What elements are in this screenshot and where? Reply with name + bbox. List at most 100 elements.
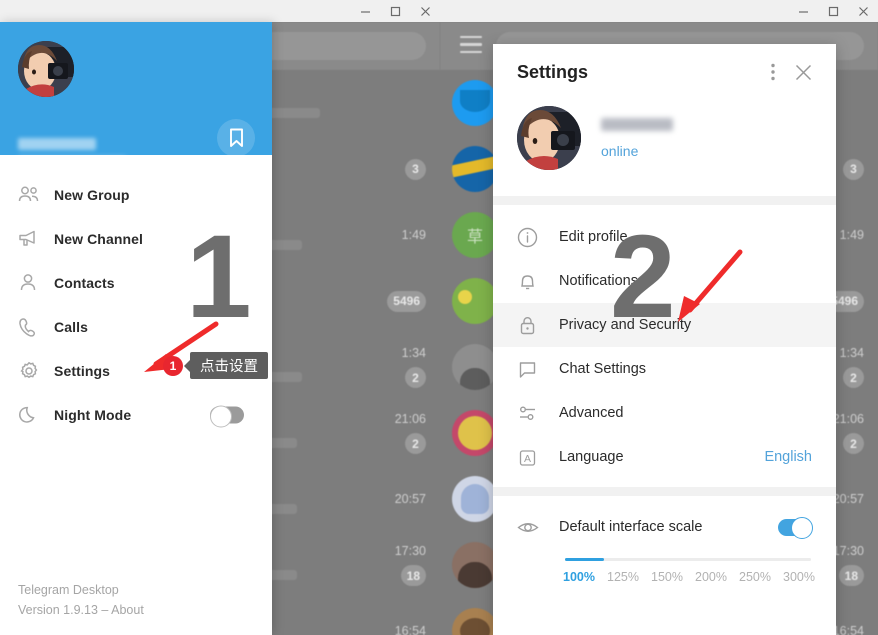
slider-segment (606, 558, 646, 561)
avatar[interactable] (18, 41, 74, 97)
divider (493, 196, 836, 205)
sidebar-item-label: Calls (54, 319, 88, 335)
interface-scale-section: Default interface scale 100% 125% 150% 2… (493, 496, 836, 584)
settings-item-advanced[interactable]: Advanced (493, 391, 836, 435)
slider-segment (771, 558, 811, 561)
eye-icon (517, 517, 559, 538)
settings-item-language[interactable]: A Language English (493, 435, 836, 479)
unread-badge: 3 (405, 158, 426, 180)
sidebar-item-calls[interactable]: Calls (0, 305, 272, 349)
settings-item-edit-profile[interactable]: Edit profile (493, 215, 836, 259)
settings-item-value-language[interactable]: English (764, 449, 812, 465)
unread-badge: 2 (843, 433, 864, 454)
unread-badge: 18 (838, 565, 864, 586)
settings-profile: online (493, 100, 836, 196)
callout-1: 点击设置 (190, 352, 268, 379)
settings-item-label: Chat Settings (559, 361, 647, 377)
avatar (452, 278, 498, 324)
list-item-time: 17:30 (832, 544, 864, 558)
moon-icon (18, 405, 54, 425)
avatar (452, 542, 498, 588)
settings-item-privacy-and-security[interactable]: Privacy and Security (493, 303, 836, 347)
minimize-icon[interactable] (788, 0, 818, 22)
chat-icon (517, 359, 559, 380)
maximize-icon[interactable] (380, 0, 410, 22)
person-icon (18, 273, 54, 293)
settings-item-label: Privacy and Security (559, 317, 692, 333)
avatar[interactable] (517, 106, 581, 170)
minimize-icon[interactable] (350, 0, 380, 22)
profile-name-redacted (18, 138, 96, 150)
scale-tick-100[interactable]: 100% (563, 570, 595, 584)
sidebar-item-label: Night Mode (54, 407, 132, 423)
gear-icon (18, 361, 54, 381)
status-badge: online (601, 142, 639, 159)
settings-item-label: Advanced (559, 405, 624, 421)
settings-menu: Edit profile Notifications Privacy and S… (493, 205, 836, 487)
more-vertical-icon[interactable] (758, 57, 788, 87)
list-item-time: 21:06 (394, 412, 426, 426)
settings-item-chat-settings[interactable]: Chat Settings (493, 347, 836, 391)
settings-header: Settings (493, 44, 836, 100)
list-item-time: 21:06 (832, 412, 864, 426)
telegram-window-right: code to anyone, eve… 3 草 1:49 rificación… (440, 0, 878, 635)
interface-scale-slider[interactable] (565, 558, 811, 561)
scale-tick-125[interactable]: 125% (607, 570, 639, 584)
night-mode-toggle[interactable] (210, 405, 244, 427)
scale-tick-200[interactable]: 200% (695, 570, 727, 584)
close-icon[interactable] (410, 0, 440, 22)
scale-tick-150[interactable]: 150% (651, 570, 683, 584)
sidebar-item-label: Contacts (54, 275, 115, 291)
screenshot-root: code to anyone, eve… 3 草 1:49 rificación… (0, 0, 878, 635)
sidebar-item-new-channel[interactable]: New Channel (0, 217, 272, 261)
unread-badge: 2 (405, 367, 426, 388)
slider-segment (688, 558, 729, 561)
unread-badge: 18 (400, 565, 426, 586)
unread-badge: 2 (843, 367, 864, 388)
default-interface-scale-toggle[interactable] (778, 517, 813, 539)
sidebar-item-label: New Group (54, 187, 130, 203)
bookmark-icon[interactable] (217, 119, 255, 157)
sidebar-item-contacts[interactable]: Contacts (0, 261, 272, 305)
svg-text:A: A (524, 453, 531, 465)
list-item-time: 1:49 (839, 228, 864, 242)
sidebar-item-label: New Channel (54, 231, 144, 247)
list-item-time: 1:34 (401, 346, 426, 360)
divider (493, 487, 836, 496)
scale-tick-250[interactable]: 250% (739, 570, 771, 584)
avatar (452, 410, 498, 456)
unread-badge: 2 (405, 433, 426, 454)
avatar: 草 (452, 212, 498, 258)
sliders-icon (517, 403, 559, 424)
settings-item-notifications[interactable]: Notifications (493, 259, 836, 303)
slider-segment (730, 558, 770, 561)
profile-name-redacted (601, 117, 673, 131)
profile-phone-redacted (18, 156, 126, 166)
drawer-menu: New Group New Channel Contacts Calls Set… (0, 155, 272, 437)
scale-tick-300[interactable]: 300% (783, 570, 815, 584)
group-icon (18, 185, 54, 205)
side-drawer: New Group New Channel Contacts Calls Set… (0, 22, 272, 635)
avatar (452, 344, 498, 390)
page-title: Settings (517, 61, 589, 82)
interface-scale-label: Default interface scale (559, 519, 703, 535)
sidebar-item-night-mode[interactable]: Night Mode (0, 393, 272, 437)
interface-scale-ticks: 100% 125% 150% 200% 250% 300% (563, 570, 815, 584)
drawer-profile-header (0, 22, 272, 166)
sidebar-item-label: Settings (54, 363, 111, 379)
language-icon: A (517, 447, 559, 468)
phone-icon (18, 317, 54, 337)
megaphone-icon (18, 229, 54, 249)
app-version[interactable]: Version 1.9.13 – About (18, 603, 254, 617)
avatar (452, 608, 498, 635)
titlebar-left (0, 0, 440, 22)
hamburger-icon[interactable] (460, 36, 482, 53)
maximize-icon[interactable] (818, 0, 848, 22)
sidebar-item-new-group[interactable]: New Group (0, 173, 272, 217)
bell-icon (517, 271, 559, 292)
list-item-time: 16:54 (832, 624, 864, 635)
unread-badge: 5496 (387, 290, 426, 312)
list-item-time: 16:54 (394, 624, 426, 635)
close-icon[interactable] (848, 0, 878, 22)
close-icon[interactable] (788, 57, 818, 87)
